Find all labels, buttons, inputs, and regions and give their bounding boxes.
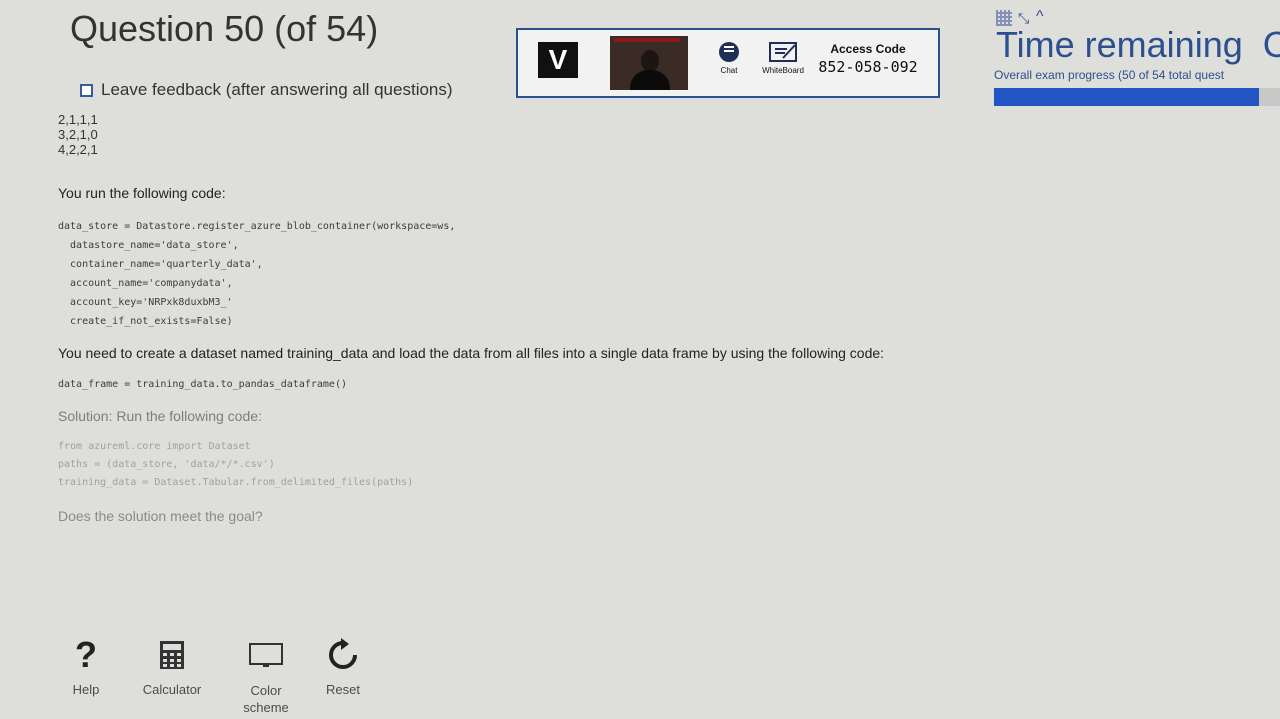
answer-rows: 2,1,1,1 3,2,1,0 4,2,2,1 bbox=[58, 112, 1018, 157]
color-scheme-label: Color scheme bbox=[243, 683, 289, 715]
calculator-button[interactable]: Calculator bbox=[132, 632, 212, 697]
recording-indicator bbox=[614, 38, 680, 42]
proctor-toolbar: V Chat WhiteBoard Access Code 852-058-09… bbox=[516, 28, 940, 98]
code-line: account_name='companydata', bbox=[58, 278, 233, 289]
person-silhouette-head bbox=[641, 50, 659, 72]
webcam-preview bbox=[610, 36, 688, 90]
leave-feedback-option[interactable]: Leave feedback (after answering all ques… bbox=[80, 80, 453, 100]
requirement-text: You need to create a dataset named train… bbox=[58, 345, 885, 361]
whiteboard-button[interactable]: WhiteBoard bbox=[754, 42, 812, 75]
reset-label: Reset bbox=[326, 682, 360, 697]
goal-question: Does the solution meet the goal? bbox=[58, 508, 263, 524]
answer-row: 2,1,1,1 bbox=[58, 112, 98, 127]
whiteboard-label: WhiteBoard bbox=[762, 66, 804, 75]
code-line: paths = (data_store, 'data/*/*.csv') bbox=[58, 459, 275, 470]
person-silhouette-body bbox=[630, 70, 670, 90]
monitor-icon bbox=[232, 632, 300, 678]
code-line: account_key='NRPxk8duxbM3_' bbox=[58, 297, 233, 308]
exam-progress-bar bbox=[994, 88, 1280, 106]
solution-text: Solution: Run the following code: bbox=[58, 408, 262, 424]
code-line: from azureml.core import Dataset bbox=[58, 441, 251, 452]
access-code-block: Access Code 852-058-092 bbox=[818, 42, 918, 77]
question-title: Question 50 (of 54) bbox=[70, 8, 379, 49]
exam-progress-fill bbox=[994, 88, 1259, 106]
calculator-label: Calculator bbox=[142, 682, 202, 697]
code-line: create_if_not_exists=False) bbox=[58, 316, 233, 327]
chat-button[interactable]: Chat bbox=[716, 42, 742, 75]
chat-icon bbox=[719, 42, 739, 62]
code-line: datastore_name='data_store', bbox=[58, 240, 239, 251]
code-line: training_data = Dataset.Tabular.from_del… bbox=[58, 477, 414, 488]
time-remaining-value: C bbox=[1262, 24, 1280, 65]
reset-icon bbox=[316, 632, 370, 678]
code-line: data_store = Datastore.register_azure_bl… bbox=[58, 221, 456, 232]
access-code-value: 852-058-092 bbox=[818, 58, 918, 76]
feedback-label: Leave feedback (after answering all ques… bbox=[101, 80, 453, 99]
access-code-label: Access Code bbox=[830, 42, 906, 56]
question-mark-icon: ? bbox=[75, 634, 97, 675]
intro-text: You run the following code: bbox=[58, 185, 226, 201]
help-button[interactable]: ? Help bbox=[60, 632, 112, 697]
calculator-icon bbox=[132, 632, 212, 678]
answer-row: 4,2,2,1 bbox=[58, 142, 98, 157]
vendor-logo: V bbox=[538, 42, 578, 78]
question-content: 2,1,1,1 3,2,1,0 4,2,2,1 You run the foll… bbox=[58, 112, 1018, 524]
time-remaining-label: Time remaining bbox=[996, 24, 1243, 65]
time-remaining: Time remaining C bbox=[996, 24, 1280, 66]
code-block-dataframe: data_frame = training_data.to_pandas_dat… bbox=[58, 379, 347, 390]
reset-button[interactable]: Reset bbox=[316, 632, 370, 697]
code-block-register: data_store = Datastore.register_azure_bl… bbox=[58, 217, 1018, 331]
help-label: Help bbox=[72, 682, 100, 697]
answer-row: 3,2,1,0 bbox=[58, 127, 98, 142]
whiteboard-icon bbox=[769, 42, 797, 62]
feedback-checkbox[interactable] bbox=[80, 83, 93, 97]
exam-progress-text: Overall exam progress (50 of 54 total qu… bbox=[994, 68, 1225, 82]
code-block-solution: from azureml.core import Dataset paths =… bbox=[58, 438, 1018, 492]
chat-label: Chat bbox=[720, 66, 738, 75]
code-line: container_name='quarterly_data', bbox=[58, 259, 263, 270]
color-scheme-button[interactable]: Color scheme bbox=[232, 632, 300, 716]
